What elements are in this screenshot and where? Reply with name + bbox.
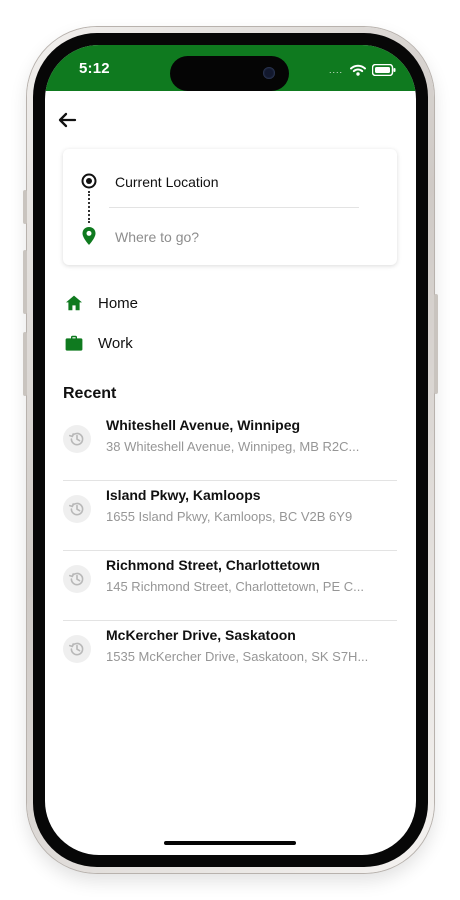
current-location-label[interactable]: Current Location	[115, 174, 219, 190]
recent-item[interactable]: Island Pkwy, Kamloops 1655 Island Pkwy, …	[63, 481, 397, 551]
saved-place-work[interactable]: Work	[63, 329, 397, 357]
recent-item[interactable]: Richmond Street, Charlottetown 145 Richm…	[63, 551, 397, 621]
briefcase-icon	[63, 332, 85, 354]
destination-input[interactable]	[109, 225, 359, 249]
home-icon	[63, 292, 85, 314]
volume-up-button	[23, 250, 27, 314]
history-icon	[63, 425, 91, 453]
status-icons: ....	[329, 64, 396, 76]
status-time: 5:12	[79, 60, 110, 77]
wifi-icon	[350, 64, 366, 76]
volume-down-button	[23, 332, 27, 396]
power-button	[434, 294, 438, 394]
recent-item-name: Richmond Street, Charlottetown	[106, 557, 320, 573]
recent-item-address: 145 Richmond Street, Charlottetown, PE C…	[106, 579, 364, 594]
recent-item-name: Island Pkwy, Kamloops	[106, 487, 261, 503]
route-card: Current Location	[63, 149, 397, 265]
silent-switch	[23, 190, 27, 224]
camera-icon	[263, 67, 275, 79]
signal-icon: ....	[328, 65, 343, 75]
target-icon	[81, 173, 97, 189]
status-bar: 5:12 ....	[45, 45, 416, 91]
recent-item-name: Whiteshell Avenue, Winnipeg	[106, 417, 301, 433]
map-pin-icon	[81, 226, 97, 246]
work-label: Work	[98, 334, 133, 352]
saved-place-home[interactable]: Home	[63, 289, 397, 317]
recent-item-name: McKercher Drive, Saskatoon	[106, 627, 296, 643]
recent-item-address: 38 Whiteshell Avenue, Winnipeg, MB R2C..…	[106, 439, 360, 454]
recent-item-address: 1655 Island Pkwy, Kamloops, BC V2B 6Y9	[106, 509, 353, 524]
recent-item[interactable]: McKercher Drive, Saskatoon 1535 McKerche…	[63, 621, 397, 691]
back-button[interactable]	[55, 108, 79, 132]
recent-item[interactable]: Whiteshell Avenue, Winnipeg 38 Whiteshel…	[63, 411, 397, 481]
history-icon	[63, 635, 91, 663]
history-icon	[63, 495, 91, 523]
phone-screen: 5:12 .... Current Location Where to go? …	[45, 45, 416, 855]
recent-list: Whiteshell Avenue, Winnipeg 38 Whiteshel…	[63, 411, 397, 691]
battery-icon	[372, 64, 396, 76]
card-divider	[109, 207, 359, 208]
arrow-left-icon	[58, 112, 77, 128]
history-icon	[63, 565, 91, 593]
home-label: Home	[98, 294, 139, 312]
home-indicator[interactable]	[164, 841, 296, 845]
route-connector	[88, 191, 90, 223]
recent-item-address: 1535 McKercher Drive, Saskatoon, SK S7H.…	[106, 649, 369, 664]
recent-heading: Recent	[63, 385, 117, 402]
